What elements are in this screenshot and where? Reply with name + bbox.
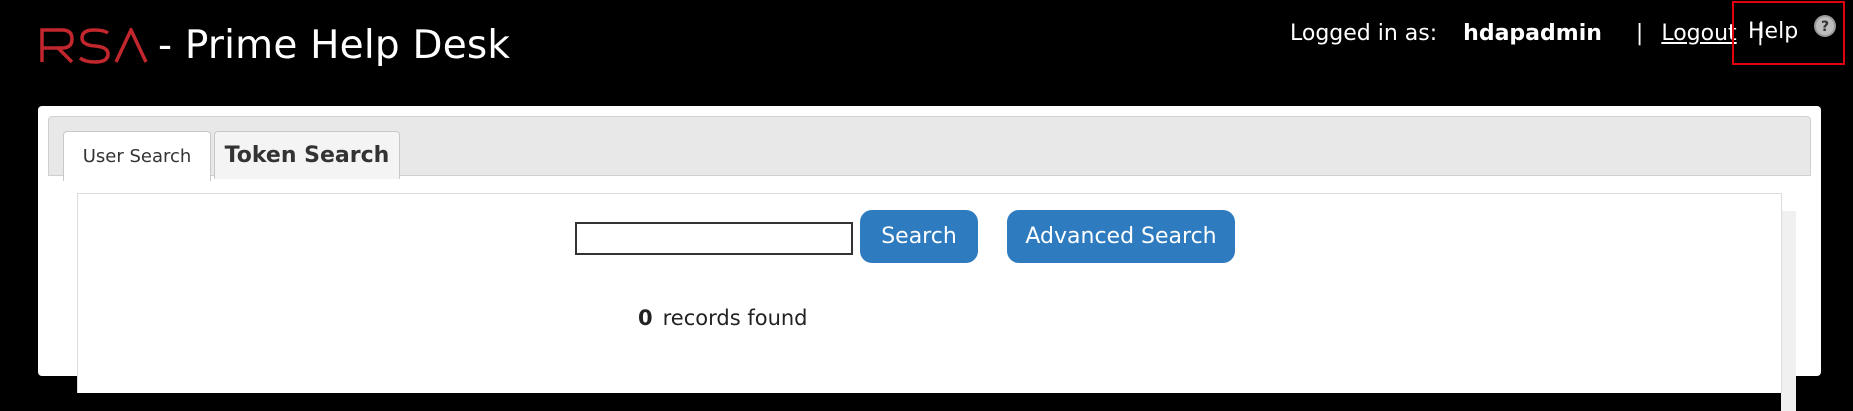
help-link[interactable]: Help [1748,19,1798,44]
svg-text:?: ? [1821,19,1829,35]
tab-bar: User Search Token Search [48,116,1811,181]
records-label: records found [662,306,808,330]
tab-token-search[interactable]: Token Search [214,131,400,179]
user-nav: Logged in as: hdapadmin | Logout | [1290,0,1782,66]
rsa-logo: - Prime Help Desk [40,26,510,65]
logout-link[interactable]: Logout [1661,21,1736,46]
tab-user-search[interactable]: User Search [63,131,211,181]
help-icon[interactable]: ? [1813,14,1837,38]
records-found: 0 records found [638,306,808,330]
main-panel: User Search Token Search Search Advanced… [38,106,1821,411]
username: hdapadmin [1463,20,1602,46]
search-input[interactable] [575,222,853,255]
nav-separator: | [1635,20,1644,46]
rsa-logo-mark [40,27,148,64]
scrollbar-track[interactable] [1781,211,1796,411]
app-title: - Prime Help Desk [158,23,511,68]
advanced-search-button[interactable]: Advanced Search [1007,210,1235,263]
search-button[interactable]: Search [860,210,978,263]
top-header: - Prime Help Desk Logged in as: hdapadmi… [0,0,1853,104]
records-count: 0 [638,306,653,330]
user-search-content: Search Advanced Search 0 records found [77,193,1782,393]
logged-in-label: Logged in as: [1290,20,1438,46]
